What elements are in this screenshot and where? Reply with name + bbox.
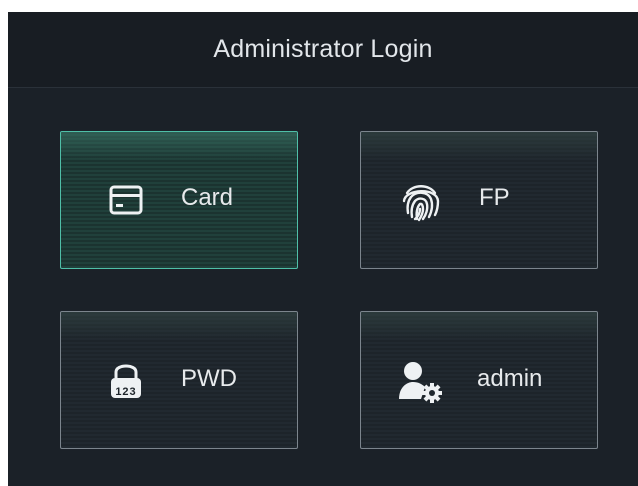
padlock-digits: 123	[115, 386, 137, 398]
fp-label: FP	[479, 184, 510, 211]
card-icon	[109, 185, 143, 215]
admin-label: admin	[477, 365, 543, 392]
card-login-button[interactable]: Card	[60, 131, 298, 269]
pwd-label: PWD	[181, 365, 237, 392]
card-label: Card	[181, 184, 234, 211]
admin-login-button[interactable]: admin	[360, 311, 598, 449]
page-title: Administrator Login	[213, 35, 433, 63]
title-bar: Administrator Login	[8, 12, 638, 88]
fingerprint-icon	[399, 179, 443, 223]
password-login-button[interactable]: 123 PWD	[60, 311, 298, 449]
user-gear-icon	[399, 359, 445, 405]
fingerprint-login-button[interactable]: FP	[360, 131, 598, 269]
login-screen: Administrator Login Card FP 123 PWD admi…	[8, 12, 638, 486]
